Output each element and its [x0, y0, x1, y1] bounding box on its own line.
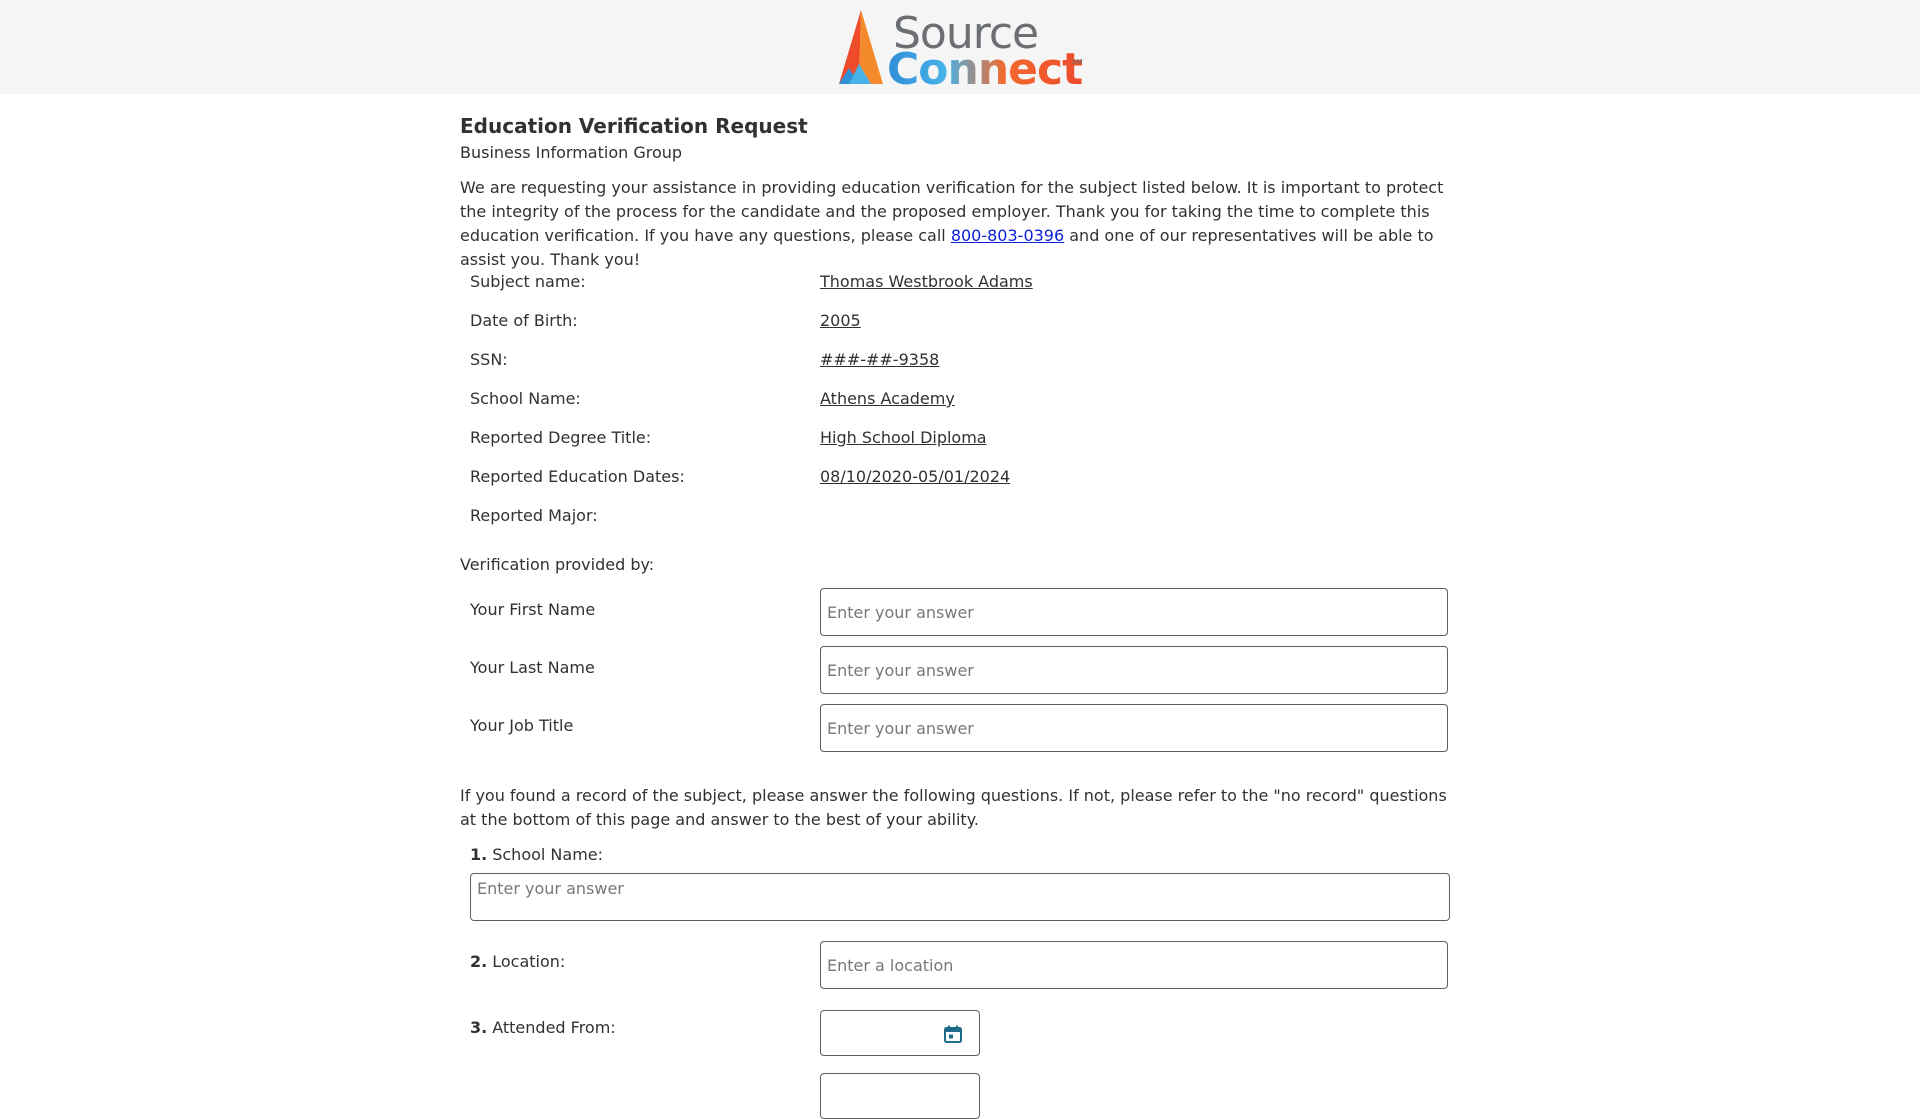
question-number: 2. [470, 952, 488, 971]
school-name-input[interactable] [470, 873, 1450, 921]
question-number: 3. [470, 1018, 488, 1037]
info-label: SSN: [470, 350, 508, 369]
info-label: School Name: [470, 389, 581, 408]
info-value: Thomas Westbrook Adams [820, 272, 1033, 291]
info-value: ###-##-9358 [820, 350, 940, 369]
last-name-row: Your Last Name [470, 646, 1460, 696]
record-note: If you found a record of the subject, pl… [460, 786, 1447, 829]
info-value: 2005 [820, 311, 861, 330]
last-name-label: Your Last Name [470, 658, 595, 677]
question-number: 1. [470, 845, 488, 864]
question-text: Attended From: [492, 1018, 616, 1037]
info-label: Reported Major: [470, 506, 598, 525]
location-input[interactable] [820, 941, 1448, 989]
calendar-icon[interactable] [943, 1024, 963, 1044]
page-title: Education Verification Request [460, 114, 808, 138]
question-1-label: 1. School Name: [470, 845, 603, 864]
question-text: School Name: [492, 845, 604, 864]
first-name-label: Your First Name [470, 600, 596, 619]
ssn-row: SSN: ###-##-9358 [470, 350, 1460, 374]
logo-sm-mark: SM [1072, 58, 1083, 66]
source-connect-logo: Source Connect SM [835, 8, 1087, 92]
info-value: Athens Academy [820, 389, 955, 408]
logo-text-connect: Connect [887, 44, 1083, 95]
first-name-row: Your First Name [470, 588, 1460, 638]
school-name-row: School Name: Athens Academy [470, 389, 1460, 413]
education-dates-row: Reported Education Dates: 08/10/2020-05/… [470, 467, 1460, 491]
subject-name-row: Subject name: Thomas Westbrook Adams [470, 272, 1460, 296]
last-name-input[interactable] [820, 646, 1448, 694]
question-text: Location: [492, 952, 566, 971]
job-title-label: Your Job Title [470, 716, 574, 735]
header-bar: Source Connect SM [0, 0, 1920, 94]
job-title-row: Your Job Title [470, 704, 1460, 754]
page-subtitle: Business Information Group [460, 143, 683, 162]
major-row: Reported Major: [470, 506, 1460, 530]
question-2-label: 2. Location: [470, 952, 565, 971]
degree-title-row: Reported Degree Title: High School Diplo… [470, 428, 1460, 452]
first-name-input[interactable] [820, 588, 1448, 636]
info-label: Subject name: [470, 272, 586, 291]
logo-mark-icon [839, 10, 883, 84]
info-value: High School Diploma [820, 428, 987, 447]
job-title-input[interactable] [820, 704, 1448, 752]
verification-heading: Verification provided by: [460, 555, 655, 574]
info-label: Reported Education Dates: [470, 467, 685, 486]
intro-text: We are requesting your assistance in pro… [460, 176, 1460, 272]
info-label: Reported Degree Title: [470, 428, 652, 447]
attended-from-date-input[interactable] [820, 1010, 980, 1056]
info-value: 08/10/2020-05/01/2024 [820, 467, 1011, 486]
question-3-label: 3. Attended From: [470, 1018, 616, 1037]
date-of-birth-row: Date of Birth: 2005 [470, 311, 1460, 335]
phone-link[interactable]: 800-803-0396 [951, 226, 1064, 245]
info-label: Date of Birth: [470, 311, 578, 330]
